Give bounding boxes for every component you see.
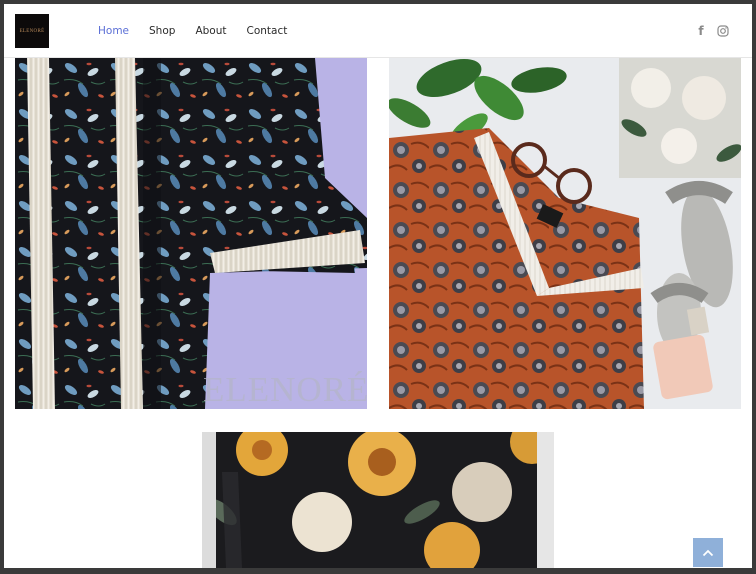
nav-item-shop[interactable]: Shop [149,25,175,37]
nav-item-about[interactable]: About [195,25,226,37]
orange-top-photo [389,58,741,409]
site-header: ELENORÉ Home Shop About Contact f [4,4,752,58]
product-image-black-kimono[interactable]: ELENORÉ [15,58,367,409]
product-image-orange-top[interactable] [389,58,741,409]
facebook-icon[interactable]: f [694,24,708,38]
social-links: f [686,4,730,58]
nav-item-home[interactable]: Home [98,25,129,37]
main-nav: Home Shop About Contact [98,4,307,58]
instagram-icon[interactable] [716,24,730,38]
black-kimono-photo [15,58,367,409]
brand-watermark: ELENORÉ [203,370,367,409]
product-image-floral-kimono[interactable] [202,432,554,568]
brand-logo[interactable]: ELENORÉ [15,14,49,48]
chevron-up-icon [702,549,714,556]
back-to-top-button[interactable] [693,538,723,567]
floral-kimono-photo [202,432,554,568]
brand-logo-text: ELENORÉ [19,28,45,34]
nav-item-contact[interactable]: Contact [246,25,287,37]
